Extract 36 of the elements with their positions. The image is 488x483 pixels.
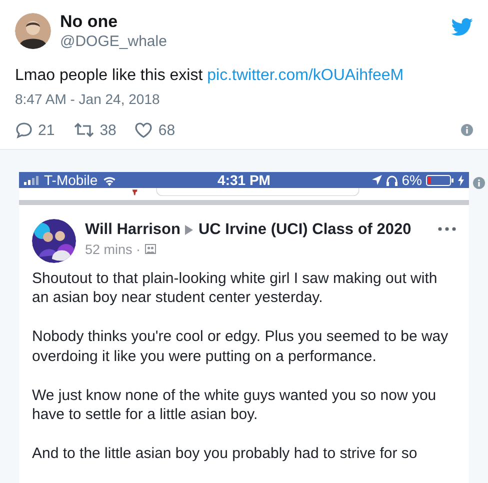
search-field[interactable]: [156, 188, 360, 196]
avatar[interactable]: [32, 218, 76, 262]
more-icon[interactable]: [438, 226, 456, 230]
battery-percent: 6%: [402, 172, 422, 188]
post-time: 52 mins ·: [85, 242, 141, 256]
retweet-count: 38: [100, 122, 116, 138]
figure-icon: [132, 190, 138, 196]
retweet-icon[interactable]: [72, 121, 95, 139]
timestamp[interactable]: 8:47 AM - Jan 24, 2018: [15, 91, 473, 107]
group-icon: [144, 244, 156, 254]
info-icon[interactable]: [461, 124, 473, 136]
location-arrow-icon: [372, 175, 382, 185]
tweet-text: Lmao people like this exist pic.twitter.com/kOUAihfeeM: [15, 67, 405, 85]
triangle-icon: [185, 224, 194, 234]
clock: 4:31 PM: [218, 172, 270, 188]
carrier-name: T-Mobile: [44, 172, 98, 188]
charging-icon: [458, 174, 464, 186]
author-handle[interactable]: @DOGE_whale: [60, 33, 442, 50]
heart-icon[interactable]: [134, 121, 154, 139]
post-paragraph: We just know none of the white guys wanted you so now you have to settle for a little asian boy.: [32, 386, 438, 424]
headphones-icon: [386, 174, 398, 186]
info-icon[interactable]: [473, 177, 485, 189]
reply-count: 21: [38, 122, 55, 138]
battery-icon: [426, 174, 454, 186]
post-paragraph: Nobody thinks you're cool or edgy. Plus you seemed to be way overdoing it like you were putting on a performance.: [32, 327, 450, 366]
wifi-icon: [102, 174, 117, 186]
like-count: 68: [158, 122, 176, 138]
avatar[interactable]: [15, 13, 51, 49]
poster-name[interactable]: Will Harrison: [85, 220, 180, 238]
author-name[interactable]: No one: [60, 12, 442, 32]
signal-icon: [24, 176, 40, 184]
bird-icon[interactable]: [451, 18, 473, 36]
reply-icon[interactable]: [15, 121, 33, 139]
post-paragraph: And to the little asian boy you probably had to strive for so: [32, 444, 418, 464]
post-paragraph: Shoutout to that plain-looking white girl I saw making out with an asian boy near student center yesterday.: [32, 268, 438, 308]
group-name[interactable]: UC Irvine (UCI) Class of 2020: [198, 220, 412, 238]
